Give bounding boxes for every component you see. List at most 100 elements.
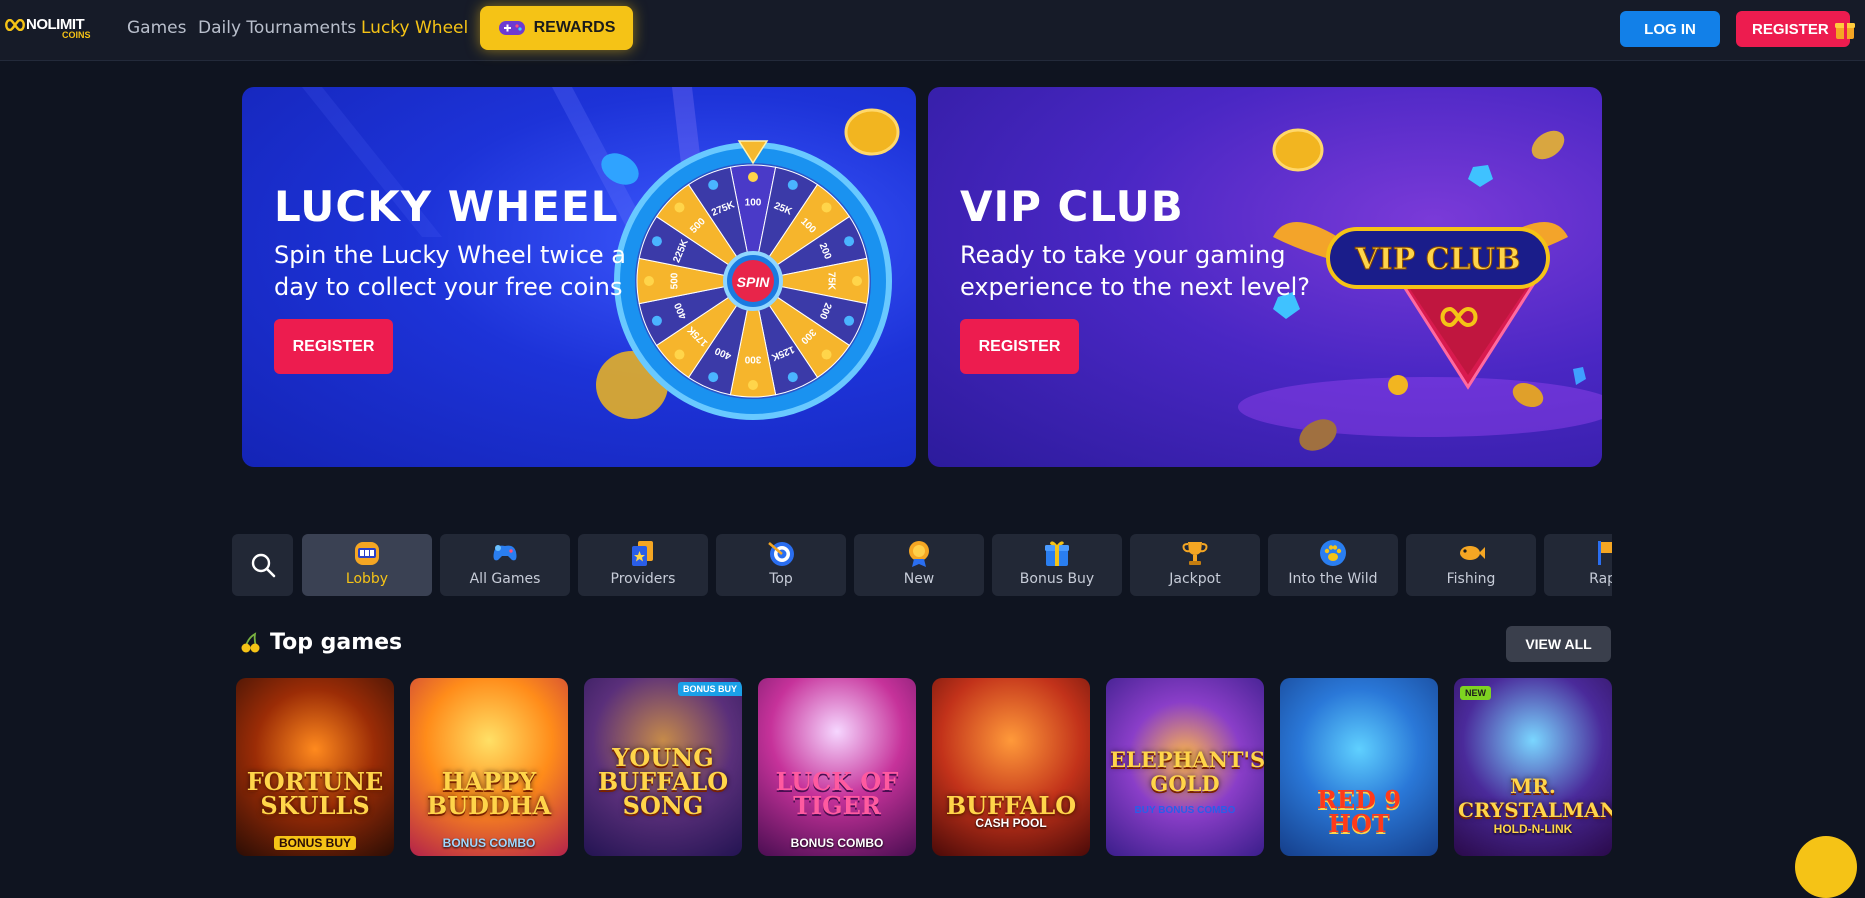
wheel-segment-label: 100 xyxy=(745,198,762,209)
cherries-icon xyxy=(241,631,260,652)
top-navigation-bar: NOLIMIT COINS Games Daily Tournaments Lu… xyxy=(0,0,1865,61)
tab-jackpot[interactable]: Jackpot xyxy=(1130,534,1260,596)
wheel-peg xyxy=(651,236,662,247)
register-button-lucky-wheel[interactable]: REGISTER xyxy=(274,319,393,374)
game-tile-luck-of-tiger[interactable]: LUCK OF TIGER BONUS COMBO xyxy=(758,678,916,856)
game-subtitle: BONUS BUY xyxy=(274,836,356,850)
tab-label: Rapid xyxy=(1589,571,1612,587)
game-title: MR. CRYSTALMAN xyxy=(1458,774,1612,822)
wheel-peg xyxy=(787,179,798,190)
lucky-wheel-banner[interactable]: 100 25K 100 200 75K 200 300 125K 300 400 175K 400 50… xyxy=(242,87,916,467)
game-title: ELEPHANT'S GOLD xyxy=(1110,747,1264,796)
tab-lobby[interactable]: Lobby xyxy=(302,534,432,596)
top-games-list: FORTUNE SKULLS BONUS BUY HAPPY BUDDHA BO… xyxy=(236,677,1612,857)
game-tile-happy-buddha[interactable]: HAPPY BUDDHA BONUS COMBO xyxy=(410,678,568,856)
support-chat-button[interactable] xyxy=(1795,836,1857,898)
logo-sub-text: COINS xyxy=(62,30,91,40)
wheel-peg xyxy=(644,276,654,286)
game-tile-young-buffalo-song[interactable]: BONUS BUY YOUNG BUFFALO SONG xyxy=(584,678,742,856)
game-search-button[interactable] xyxy=(232,534,293,596)
gamepad-icon xyxy=(498,21,525,35)
game-tile-red-9-hot[interactable]: RED 9 HOT xyxy=(1280,678,1438,856)
fish-icon xyxy=(1460,546,1485,560)
tab-bonus-buy[interactable]: Bonus Buy xyxy=(992,534,1122,596)
game-title: YOUNG BUFFALO SONG xyxy=(597,743,729,820)
tab-label: Fishing xyxy=(1446,571,1496,587)
game-tile-mr-crystalman[interactable]: NEW MR. CRYSTALMAN HOLD-N-LINK xyxy=(1454,678,1612,856)
register-label: REGISTER xyxy=(1752,20,1829,38)
register-button-header[interactable]: REGISTER xyxy=(1736,11,1855,47)
tab-new[interactable]: New xyxy=(854,534,984,596)
game-subtitle: HOLD-N-LINK xyxy=(1493,822,1573,836)
trophy-icon xyxy=(1182,542,1208,565)
banner-text: Spin the Lucky Wheel twice a day to coll… xyxy=(274,241,626,301)
wheel-spin-text: SPIN xyxy=(737,274,771,290)
game-tile-elephants-gold[interactable]: ELEPHANT'S GOLD BUY BONUS COMBO xyxy=(1106,678,1264,856)
nav-games[interactable]: Games xyxy=(127,18,186,38)
tab-all-games[interactable]: All Games xyxy=(440,534,570,596)
tab-top[interactable]: Top xyxy=(716,534,846,596)
login-button[interactable]: LOG IN xyxy=(1620,11,1720,47)
tab-label: All Games xyxy=(469,571,541,587)
rewards-label: REWARDS xyxy=(533,19,616,36)
search-icon xyxy=(251,553,275,578)
tab-label: Bonus Buy xyxy=(1019,571,1095,587)
wheel-peg xyxy=(651,315,662,326)
nav-lucky-wheel[interactable]: Lucky Wheel xyxy=(361,18,468,38)
tab-label: Jackpot xyxy=(1169,571,1221,587)
infinity-logo-icon xyxy=(5,19,25,31)
wheel-peg xyxy=(821,202,832,213)
cards-icon xyxy=(632,541,653,566)
game-title: HAPPY BUDDHA xyxy=(426,767,552,820)
wheel-peg xyxy=(708,372,719,383)
game-subtitle: BONUS COMBO xyxy=(442,836,536,850)
tab-rapid[interactable]: Rapid xyxy=(1544,534,1612,596)
game-subtitle: CASH POOL xyxy=(975,816,1047,830)
flag-icon xyxy=(1598,541,1612,565)
tab-fishing[interactable]: Fishing xyxy=(1406,534,1536,596)
tab-providers[interactable]: Providers xyxy=(578,534,708,596)
gamepad-icon xyxy=(493,545,517,561)
wheel-peg xyxy=(787,372,798,383)
wheel-peg xyxy=(844,315,855,326)
game-title: BUFFALO xyxy=(945,791,1077,820)
banner-title: VIP CLUB xyxy=(960,182,1184,231)
wheel-peg xyxy=(852,276,862,286)
banner-text: Ready to take your gaming experience to … xyxy=(960,241,1310,301)
slot-machine-icon xyxy=(355,542,379,565)
wheel-peg xyxy=(674,349,685,360)
tab-into-the-wild[interactable]: Into the Wild xyxy=(1268,534,1398,596)
register-button-vip-club[interactable]: REGISTER xyxy=(960,319,1079,374)
wheel-segment-label: 300 xyxy=(744,353,761,364)
gift-icon xyxy=(1045,541,1069,566)
medal-icon xyxy=(909,541,929,567)
gift-icon xyxy=(1835,23,1855,39)
banner-title: LUCKY WHEEL xyxy=(274,182,619,231)
game-title: RED 9 HOT xyxy=(1316,785,1402,838)
wheel-peg xyxy=(821,349,832,360)
game-subtitle: BUY BONUS COMBO xyxy=(1134,805,1236,816)
tab-label: Into the Wild xyxy=(1288,571,1378,587)
vip-club-banner[interactable]: VIP CLUB VIP CLUB Ready to take your gam… xyxy=(928,87,1602,467)
section-title: Top games xyxy=(270,630,403,655)
wheel-segment-label: 75K xyxy=(825,272,836,291)
rewards-button[interactable]: REWARDS xyxy=(480,6,633,50)
wheel-peg xyxy=(674,202,685,213)
vip-club-badge-text: VIP CLUB xyxy=(1354,242,1520,277)
game-badge: BONUS BUY xyxy=(677,682,742,696)
game-tile-buffalo-cash-pool[interactable]: BUFFALO CASH POOL xyxy=(932,678,1090,856)
wheel-peg xyxy=(748,380,758,390)
wheel-segment-label: 500 xyxy=(670,272,681,289)
tab-label: Lobby xyxy=(345,571,389,587)
top-games-heading: Top games xyxy=(240,630,402,655)
game-title: LUCK OF TIGER xyxy=(775,767,899,820)
tab-label: Top xyxy=(769,571,793,587)
view-all-button[interactable]: VIEW ALL xyxy=(1506,626,1611,662)
site-logo[interactable]: NOLIMIT COINS xyxy=(4,16,98,42)
game-badge: NEW xyxy=(1460,686,1491,700)
game-tile-fortune-skulls[interactable]: FORTUNE SKULLS BONUS BUY xyxy=(236,678,394,856)
wheel-peg xyxy=(844,236,855,247)
nav-daily-tournaments[interactable]: Daily Tournaments xyxy=(198,18,356,38)
target-icon xyxy=(768,542,794,566)
paw-icon xyxy=(1320,540,1346,566)
